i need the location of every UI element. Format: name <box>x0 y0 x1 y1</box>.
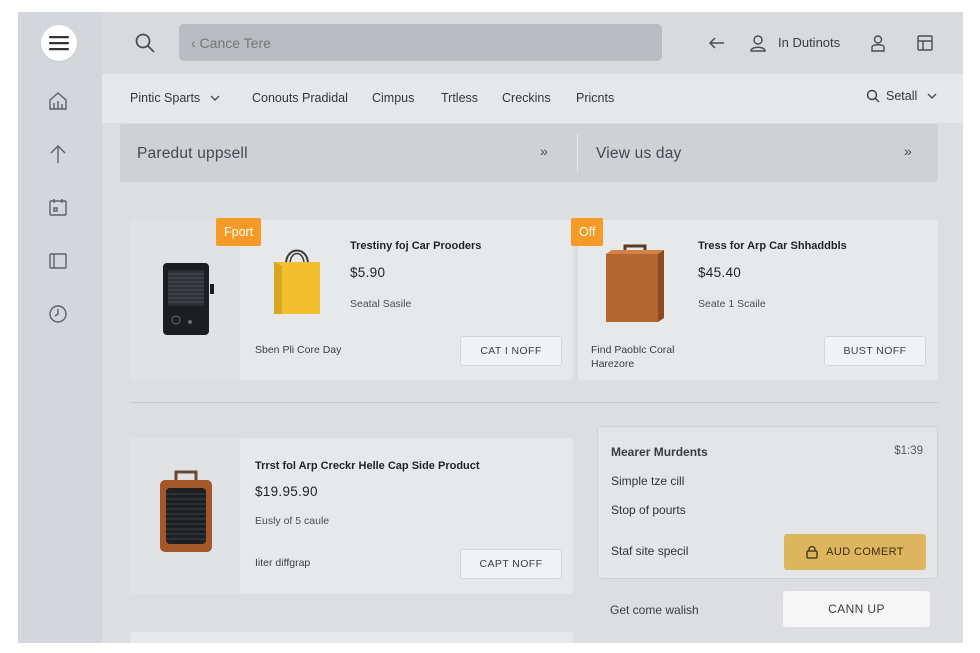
product-badge: Fport <box>216 218 262 246</box>
product-title[interactable]: Trestiny foj Car Prooders <box>350 240 481 252</box>
speaker-image <box>163 263 214 335</box>
profile-icon <box>871 35 885 52</box>
nav-item-4[interactable]: Creckins <box>502 91 551 105</box>
product-title[interactable]: Trrst fol Arp Creckr Helle Cap Side Prod… <box>255 460 480 472</box>
product-price: $5.90 <box>350 265 386 280</box>
search-button[interactable] <box>134 32 156 54</box>
home-icon <box>49 92 67 110</box>
back-button[interactable] <box>706 32 728 54</box>
product-action-button[interactable]: CAPT NOFF <box>460 549 562 579</box>
section-divider <box>130 402 938 403</box>
product-action-button[interactable]: CAT I NOFF <box>460 336 562 366</box>
nav-label: Pintic Sparts <box>130 91 201 105</box>
product-price: $45.40 <box>698 265 742 280</box>
sidebar-item-history[interactable] <box>47 303 69 325</box>
banner-right-link[interactable]: View us day <box>596 145 682 163</box>
nav-item-2[interactable]: Cimpus <box>372 91 414 105</box>
summary-title: Mearer Murdents <box>611 445 708 459</box>
footer-label: Get come walish <box>610 603 699 617</box>
sort-dropdown[interactable]: Setall <box>866 89 937 103</box>
nav-item-5[interactable]: Pricnts <box>576 91 614 105</box>
sidebar-item-home[interactable] <box>47 90 69 112</box>
promo-banner: Paredut uppsell » View us day » <box>120 124 938 182</box>
product-card[interactable]: Trrst fol Arp Creckr Helle Cap Side Prod… <box>130 438 573 594</box>
summary-line: Staf site specil <box>611 544 689 558</box>
product-card-partial <box>130 632 573 643</box>
search-icon <box>866 89 880 103</box>
chevron-down-icon <box>927 93 937 99</box>
clock-icon <box>49 305 67 323</box>
search-input[interactable] <box>179 24 662 61</box>
sidebar-item-calendar[interactable] <box>47 196 69 218</box>
product-title[interactable]: Tress for Arp Car Shhaddbls <box>698 240 847 252</box>
lock-icon <box>806 546 818 559</box>
banner-left-link[interactable]: Paredut uppsell <box>137 145 248 163</box>
product-card[interactable]: Off Tress for Arp Car Shhaddbls $45.40 S… <box>571 218 938 380</box>
product-card[interactable]: Fport Trestiny foj Car Prooders $5.90 Se… <box>130 218 573 380</box>
nav-item-1[interactable]: Conouts Pradidal <box>252 91 348 105</box>
sidebar <box>18 12 102 643</box>
nav-item-0[interactable]: Pintic Sparts <box>130 91 220 105</box>
sort-label: Setall <box>886 89 918 103</box>
product-footer: Find Paoblc Coral Harezore <box>591 344 675 370</box>
apps-button[interactable] <box>914 32 936 54</box>
product-badge: Off <box>571 218 604 246</box>
grid-icon <box>917 35 933 51</box>
summary-line: Simple tze cill <box>611 474 685 488</box>
radio-image <box>160 470 212 552</box>
add-comment-label: AUD COMERT <box>826 546 904 558</box>
product-price: $19.95.90 <box>255 484 318 499</box>
bag-image <box>274 249 320 314</box>
product-subtitle: Seatal Sasile <box>350 298 412 310</box>
order-summary: Mearer Murdents $1:39 Simple tze cill St… <box>597 426 938 579</box>
sign-up-button[interactable]: CANN UP <box>783 591 930 627</box>
chevron-down-icon <box>210 95 220 101</box>
product-action-button[interactable]: BUST NOFF <box>824 336 926 366</box>
top-bar: In Dutinots <box>102 12 963 74</box>
user-label[interactable]: In Dutinots <box>778 35 840 50</box>
sidebar-item-panel[interactable] <box>47 250 69 272</box>
add-comment-button[interactable]: AUD COMERT <box>784 534 926 570</box>
arrow-left-icon <box>708 37 724 49</box>
banner-divider <box>577 134 578 172</box>
case-image <box>606 244 664 322</box>
category-nav: Pintic Sparts Conouts Pradidal Cimpus Tr… <box>102 74 963 123</box>
chevron-right-icon[interactable]: » <box>540 143 548 159</box>
nav-item-3[interactable]: Trtless <box>441 91 478 105</box>
product-subtitle: Seate 1 Scaile <box>698 298 766 310</box>
summary-amount: $1:39 <box>894 445 923 457</box>
account-button[interactable] <box>747 32 769 54</box>
menu-button[interactable] <box>41 25 77 61</box>
product-footer: Sben Pli Core Day <box>255 344 342 356</box>
panel-icon <box>49 253 67 269</box>
menu-icon <box>49 36 69 51</box>
summary-line: Stop of pourts <box>611 503 686 517</box>
product-subtitle: Eusly of 5 caule <box>255 515 330 527</box>
arrow-up-icon <box>50 145 66 163</box>
sidebar-item-upload[interactable] <box>47 143 69 165</box>
profile-button[interactable] <box>867 32 889 54</box>
user-icon <box>750 35 766 52</box>
chevron-right-icon[interactable]: » <box>904 143 912 159</box>
product-footer: Iiter diffgrap <box>255 557 311 569</box>
calendar-icon <box>49 199 67 216</box>
search-icon <box>135 33 155 53</box>
app-window: In Dutinots Pintic Sparts Conouts Pradid… <box>18 12 963 643</box>
